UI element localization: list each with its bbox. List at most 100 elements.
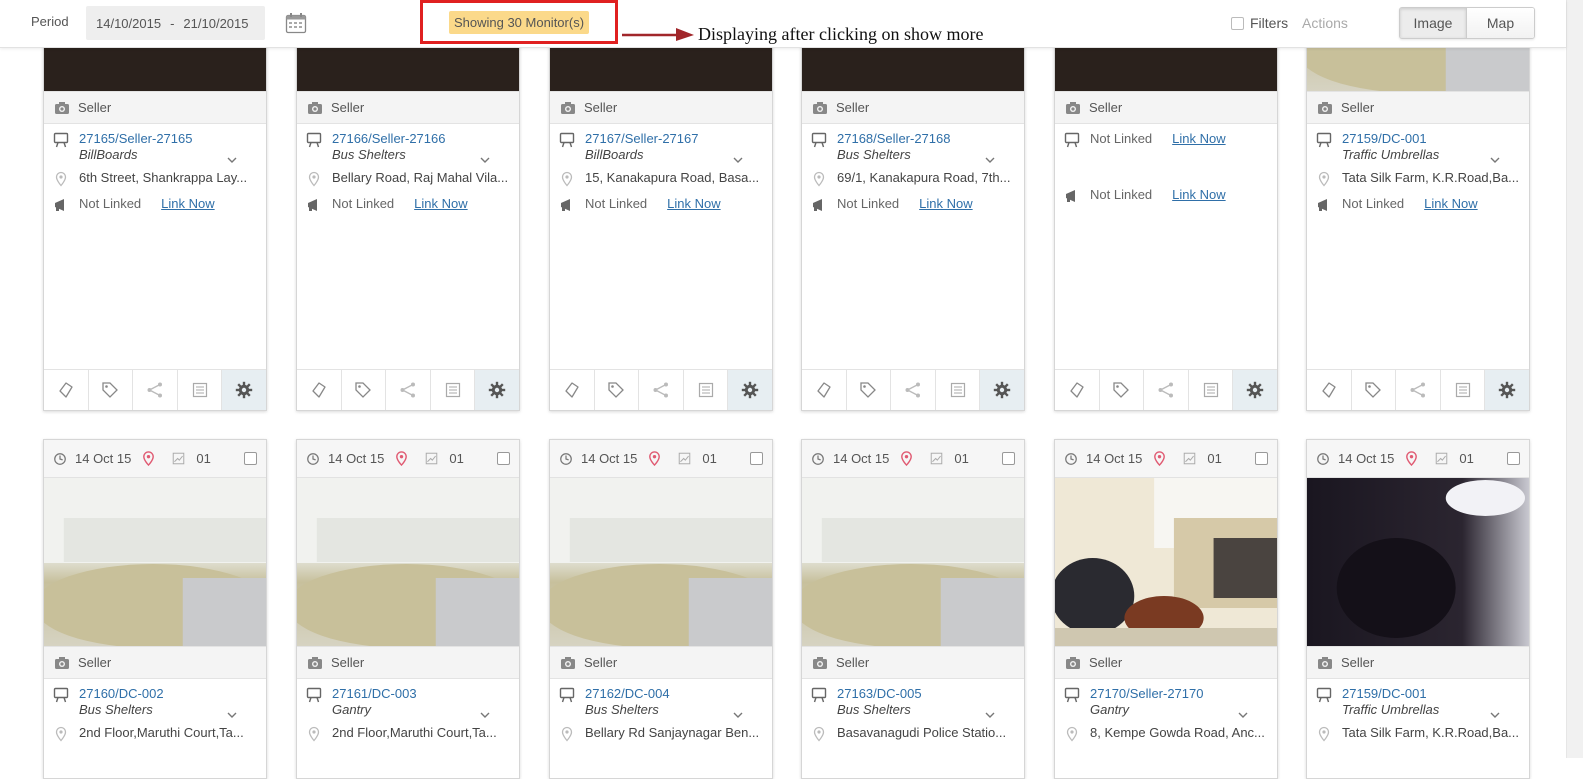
tag-button[interactable] [595, 370, 640, 410]
list-button[interactable] [1189, 370, 1234, 410]
campaign-link-row: Not Linked Link Now [811, 196, 1015, 214]
filters-checkbox[interactable] [1231, 16, 1244, 30]
monitor-card[interactable]: Seller 27167/Seller-27167 BillBoards 15, Ka… [549, 0, 773, 411]
page-scrollbar[interactable] [1566, 0, 1583, 758]
gear-button[interactable] [980, 370, 1024, 410]
monitor-card[interactable]: Seller 27165/Seller-27165 BillBoards 6th St… [43, 0, 267, 411]
monitor-card[interactable]: 14 Oct 15 01 Seller 27170/Seller-27170 Gantr… [1054, 439, 1278, 779]
map-pin-icon[interactable] [394, 451, 409, 466]
select-card-checkbox[interactable] [1002, 452, 1015, 465]
select-card-checkbox[interactable] [1507, 452, 1520, 465]
share-button[interactable] [891, 370, 936, 410]
chevron-down-icon[interactable] [1489, 709, 1501, 721]
monitor-card[interactable]: 14 Oct 15 01 Seller 27160/DC-002 Bus Shelter… [43, 439, 267, 779]
site-code-link[interactable]: 27168/Seller-27168 [837, 131, 950, 146]
chevron-down-icon[interactable] [479, 709, 491, 721]
tag-button[interactable] [89, 370, 134, 410]
camera-icon [813, 657, 827, 669]
tag-button[interactable] [1352, 370, 1397, 410]
monitor-card[interactable]: 14 Oct 15 01 Seller 27159/DC-001 Traffic Umb… [1306, 439, 1530, 779]
map-view-button[interactable]: Map [1467, 8, 1534, 38]
list-button[interactable] [431, 370, 476, 410]
chevron-down-icon[interactable] [226, 709, 238, 721]
share-button[interactable] [386, 370, 431, 410]
campaign-link-now[interactable]: Link Now [414, 196, 467, 211]
site-code-link[interactable]: 27167/Seller-27167 [585, 131, 698, 146]
pennant-button[interactable] [297, 370, 342, 410]
chevron-down-icon[interactable] [984, 154, 996, 166]
monitor-card[interactable]: 14 Oct 15 01 Seller 27163/DC-005 Bus Shelter… [801, 439, 1025, 779]
site-code-link[interactable]: 27170/Seller-27170 [1090, 686, 1203, 701]
share-button[interactable] [1144, 370, 1189, 410]
monitor-card[interactable]: Seller 27168/Seller-27168 Bus Shelters 69/1… [801, 0, 1025, 411]
gear-button[interactable] [222, 370, 266, 410]
list-button[interactable] [1441, 370, 1486, 410]
gear-button[interactable] [1485, 370, 1529, 410]
monitor-card[interactable]: 14 Oct 15 01 Seller 27162/DC-004 Bus Shelter… [549, 439, 773, 779]
list-button[interactable] [684, 370, 729, 410]
select-card-checkbox[interactable] [750, 452, 763, 465]
monitor-photo[interactable] [44, 478, 266, 646]
pennant-button[interactable] [1055, 370, 1100, 410]
campaign-link-now[interactable]: Link Now [1172, 187, 1225, 202]
site-code-link[interactable]: 27159/DC-001 [1342, 131, 1439, 146]
image-view-button[interactable]: Image [1400, 8, 1467, 38]
monitor-photo[interactable] [1055, 478, 1277, 646]
map-pin-icon[interactable] [141, 451, 156, 466]
actions-button[interactable]: Actions [1302, 15, 1348, 31]
campaign-link-now[interactable]: Link Now [919, 196, 972, 211]
share-button[interactable] [639, 370, 684, 410]
calendar-icon[interactable] [285, 12, 307, 34]
monitor-photo[interactable] [297, 478, 519, 646]
monitor-card[interactable]: Seller Not Linked Link Now Not Linked Link N… [1054, 0, 1278, 411]
filters-toggle[interactable]: Filters [1231, 15, 1288, 31]
monitor-card[interactable]: 14 Oct 15 01 Seller 27161/DC-003 Gantry 2nd F… [296, 439, 520, 779]
monitor-card[interactable]: Seller 27159/DC-001 Traffic Umbrellas Tata … [1306, 0, 1530, 411]
chevron-down-icon[interactable] [479, 154, 491, 166]
seller-row: Seller [1307, 646, 1529, 679]
map-pin-icon[interactable] [1404, 451, 1419, 466]
tag-button[interactable] [1100, 370, 1145, 410]
map-pin-icon[interactable] [899, 451, 914, 466]
chevron-down-icon[interactable] [732, 709, 744, 721]
tag-button[interactable] [847, 370, 892, 410]
select-card-checkbox[interactable] [497, 452, 510, 465]
map-pin-icon[interactable] [647, 451, 662, 466]
site-code-link[interactable]: 27160/DC-002 [79, 686, 164, 701]
share-button[interactable] [1396, 370, 1441, 410]
campaign-link-now[interactable]: Link Now [161, 196, 214, 211]
monitor-photo[interactable] [550, 478, 772, 646]
site-code-link[interactable]: 27165/Seller-27165 [79, 131, 192, 146]
chevron-down-icon[interactable] [1489, 154, 1501, 166]
site-code-link[interactable]: 27161/DC-003 [332, 686, 417, 701]
campaign-link-now[interactable]: Link Now [1424, 196, 1477, 211]
map-pin-icon[interactable] [1152, 451, 1167, 466]
pennant-button[interactable] [1307, 370, 1352, 410]
monitor-card[interactable]: Seller 27166/Seller-27166 Bus Shelters Bell… [296, 0, 520, 411]
gear-button[interactable] [728, 370, 772, 410]
campaign-link-now[interactable]: Link Now [667, 196, 720, 211]
pennant-button[interactable] [802, 370, 847, 410]
share-button[interactable] [133, 370, 178, 410]
monitor-photo[interactable] [802, 478, 1024, 646]
site-code-link[interactable]: 27166/Seller-27166 [332, 131, 445, 146]
tag-button[interactable] [342, 370, 387, 410]
chevron-down-icon[interactable] [984, 709, 996, 721]
pennant-button[interactable] [44, 370, 89, 410]
site-link-now[interactable]: Link Now [1172, 131, 1225, 146]
list-button[interactable] [178, 370, 223, 410]
monitor-photo[interactable] [1307, 478, 1529, 646]
pennant-button[interactable] [550, 370, 595, 410]
site-code-link[interactable]: 27163/DC-005 [837, 686, 922, 701]
chevron-down-icon[interactable] [1237, 709, 1249, 721]
date-range-picker[interactable]: 14/10/2015 - 21/10/2015 [86, 6, 265, 40]
site-code-link[interactable]: 27159/DC-001 [1342, 686, 1439, 701]
site-code-link[interactable]: 27162/DC-004 [585, 686, 670, 701]
chevron-down-icon[interactable] [226, 154, 238, 166]
gear-button[interactable] [1233, 370, 1277, 410]
list-button[interactable] [936, 370, 981, 410]
gear-button[interactable] [475, 370, 519, 410]
select-card-checkbox[interactable] [244, 452, 257, 465]
select-card-checkbox[interactable] [1255, 452, 1268, 465]
chevron-down-icon[interactable] [732, 154, 744, 166]
